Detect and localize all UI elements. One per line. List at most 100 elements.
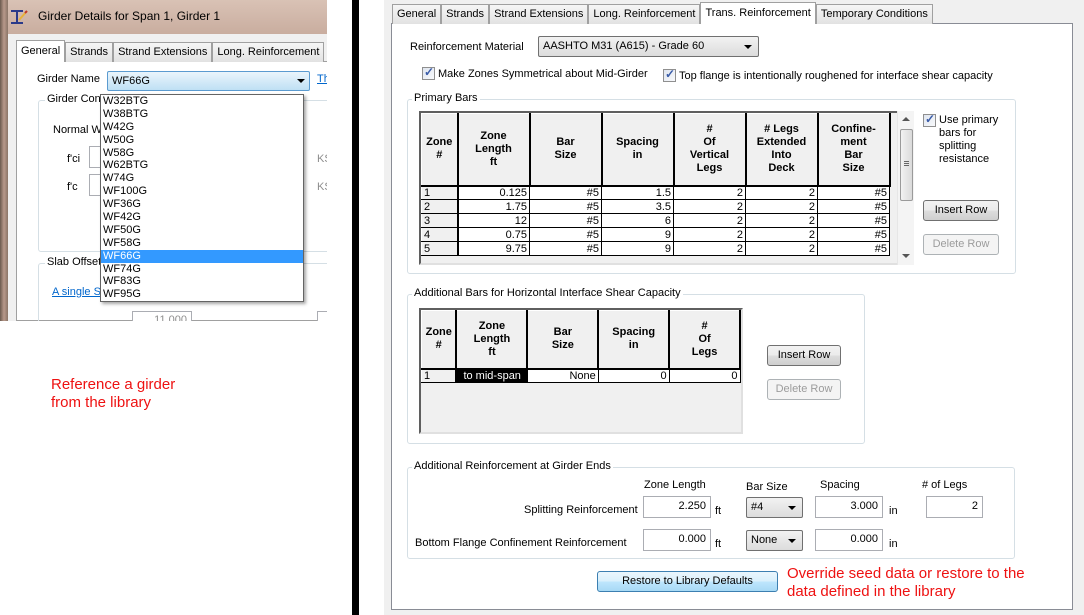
grid-cell[interactable]: 2 — [745, 227, 818, 242]
grid-cell[interactable]: 2 — [673, 199, 746, 214]
column-header[interactable]: # Legs Extended Into Deck — [745, 113, 819, 187]
primary-bars-scrollbar[interactable] — [897, 111, 914, 265]
girder-name-dropdown-list[interactable]: W32BTG W38BTG W42G W50G W58G W62BTG W74G WF100G… — [100, 94, 304, 302]
primary-bars-grid[interactable]: Zone # Zone Length ft Bar Size Spacing in # Of Vert… — [419, 111, 899, 265]
tab-trans-reinforcement[interactable]: Trans. Reinforcement — [700, 2, 816, 24]
grid-cell[interactable]: 9.75 — [457, 241, 530, 256]
girder-option[interactable]: WF100G — [101, 185, 303, 198]
grid-cell[interactable]: 2 — [745, 199, 818, 214]
row-header-cell[interactable]: 2 — [421, 199, 459, 214]
confinement-spacing-input[interactable]: 0.000 — [815, 529, 883, 551]
grid-cell[interactable]: #5 — [817, 227, 890, 242]
girder-option[interactable]: W58G — [101, 147, 303, 160]
girder-option[interactable]: WF58G — [101, 237, 303, 250]
symmetrical-zones-checkbox[interactable] — [422, 65, 435, 80]
slab-start-input[interactable]: 11.000 — [132, 311, 192, 321]
tab-long-reinforcement[interactable]: Long. Reinforcement — [588, 4, 701, 24]
girder-option[interactable]: W32BTG — [101, 95, 303, 108]
grid-cell[interactable]: 2 — [673, 241, 746, 256]
column-header[interactable]: # Of Vertical Legs — [673, 113, 747, 187]
girder-option[interactable]: W50G — [101, 134, 303, 147]
grid-cell[interactable]: #5 — [817, 213, 890, 228]
use-primary-bars-checkbox[interactable] — [923, 112, 936, 127]
girder-option[interactable]: WF50G — [101, 224, 303, 237]
girder-option[interactable]: WF42G — [101, 211, 303, 224]
grid-cell[interactable]: 9 — [601, 241, 674, 256]
grid-cell[interactable]: 2 — [673, 213, 746, 228]
column-header[interactable]: Zone Length ft — [455, 310, 529, 370]
additional-bars-grid[interactable]: Zone # Zone Length ft Bar Size Spacing in # Of Legs… — [419, 308, 743, 434]
girder-option[interactable]: WF95G — [101, 288, 303, 301]
confinement-bar-size-combo[interactable]: None — [746, 530, 803, 551]
tab-general[interactable]: General — [392, 4, 442, 24]
grid-cell[interactable]: 2 — [673, 185, 746, 200]
girder-name-combo[interactable]: WF66G — [107, 71, 310, 91]
reinforcement-material-combo[interactable]: AASHTO M31 (A615) - Grade 60 — [538, 36, 759, 57]
grid-cell[interactable]: #5 — [817, 185, 890, 200]
row-header-cell[interactable]: 1 — [421, 185, 459, 200]
grid-cell[interactable]: #5 — [529, 199, 602, 214]
scroll-down-icon[interactable] — [902, 254, 910, 258]
tab-general[interactable]: General — [16, 40, 66, 62]
grid-cell[interactable]: to mid-span — [455, 368, 528, 383]
row-header-cell[interactable]: 5 — [421, 241, 459, 256]
slab-end-input[interactable] — [317, 311, 327, 321]
tab-strands[interactable]: Strands — [65, 42, 114, 62]
grid-cell[interactable]: #5 — [817, 241, 890, 256]
grid-cell[interactable]: 2 — [745, 213, 818, 228]
grid-cell[interactable]: 0.75 — [457, 227, 530, 242]
girder-option[interactable]: W74G — [101, 172, 303, 185]
row-header-cell[interactable]: 4 — [421, 227, 459, 242]
column-header[interactable]: Bar Size — [529, 113, 603, 187]
grid-cell[interactable]: 0 — [597, 368, 670, 383]
column-header[interactable]: Zone # — [421, 310, 458, 370]
column-header[interactable]: # Of Legs — [668, 310, 741, 370]
grid-cell[interactable]: 0 — [668, 368, 741, 383]
additional-delete-row-button[interactable]: Delete Row — [767, 379, 841, 400]
grid-cell[interactable]: #5 — [529, 185, 602, 200]
grid-cell[interactable]: #5 — [529, 213, 602, 228]
grid-cell[interactable]: 0.125 — [457, 185, 530, 200]
grid-cell[interactable]: 2 — [745, 241, 818, 256]
girder-option[interactable]: W62BTG — [101, 159, 303, 172]
primary-delete-row-button[interactable]: Delete Row — [923, 234, 999, 255]
girder-library-link[interactable]: This — [317, 73, 327, 85]
grid-cell[interactable]: None — [526, 368, 599, 383]
grid-cell[interactable]: #5 — [817, 199, 890, 214]
grid-cell[interactable]: 9 — [601, 227, 674, 242]
grid-cell[interactable]: 2 — [745, 185, 818, 200]
column-header[interactable]: Zone # — [421, 113, 459, 187]
grid-cell[interactable]: 3.5 — [601, 199, 674, 214]
tab-temporary-conditions[interactable]: Temporary Conditions — [815, 4, 933, 24]
girder-option[interactable]: WF36G — [101, 198, 303, 211]
row-header-cell[interactable]: 3 — [421, 213, 459, 228]
column-header[interactable]: Bar Size — [526, 310, 600, 370]
column-header[interactable]: Spacing in — [597, 310, 671, 370]
grid-cell[interactable]: 1.75 — [457, 199, 530, 214]
tab-strands[interactable]: Strands — [441, 4, 490, 24]
column-header[interactable]: Confine-ment Bar Size — [817, 113, 891, 187]
grid-cell[interactable]: #5 — [529, 241, 602, 256]
tab-long-reinforcement[interactable]: Long. Reinforcement — [212, 42, 325, 62]
tab-strand-extensions[interactable]: Strand Extensions — [113, 42, 213, 62]
grid-cell[interactable]: 1.5 — [601, 185, 674, 200]
primary-insert-row-button[interactable]: Insert Row — [923, 200, 999, 221]
grid-cell[interactable]: 6 — [601, 213, 674, 228]
column-header[interactable]: Spacing in — [601, 113, 675, 187]
splitting-bar-size-combo[interactable]: #4 — [746, 497, 803, 518]
grid-cell[interactable]: #5 — [529, 227, 602, 242]
girder-option[interactable]: WF83G — [101, 275, 303, 288]
splitting-spacing-input[interactable]: 3.000 — [815, 496, 883, 518]
restore-library-defaults-button[interactable]: Restore to Library Defaults — [597, 571, 778, 592]
scroll-thumb[interactable] — [900, 129, 913, 201]
girder-option[interactable]: W42G — [101, 121, 303, 134]
girder-option[interactable]: W38BTG — [101, 108, 303, 121]
splitting-legs-input[interactable]: 2 — [926, 496, 983, 518]
grid-cell[interactable]: 12 — [457, 213, 530, 228]
girder-option[interactable]: WF74G — [101, 263, 303, 276]
column-header[interactable]: Zone Length ft — [457, 113, 531, 187]
tab-strand-extensions[interactable]: Strand Extensions — [489, 4, 589, 24]
grid-cell[interactable]: 2 — [673, 227, 746, 242]
splitting-zone-length-input[interactable]: 2.250 — [643, 496, 711, 518]
scroll-up-icon[interactable] — [902, 117, 910, 121]
